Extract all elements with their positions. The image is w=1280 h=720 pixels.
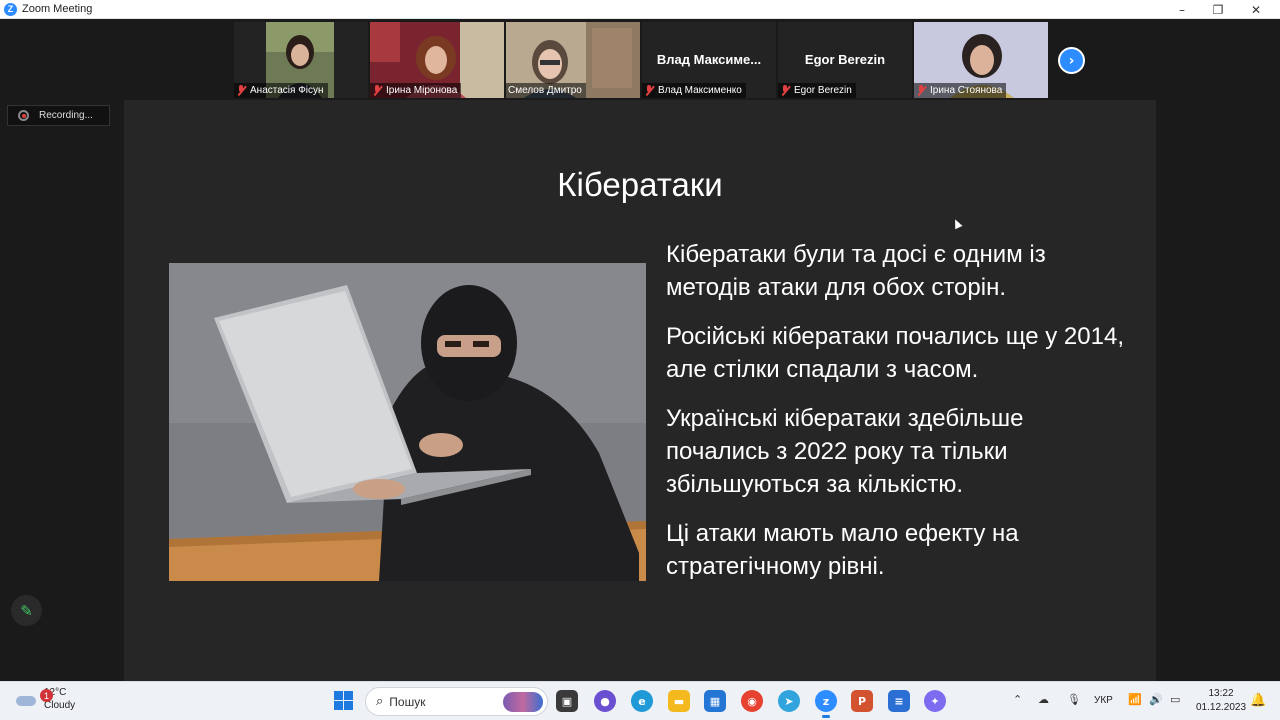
next-page-button[interactable]: ›: [1058, 47, 1085, 74]
powerpoint-icon[interactable]: P: [851, 690, 873, 712]
notepad-icon[interactable]: ≡: [888, 690, 910, 712]
weather-widget[interactable]: 1 12°C Cloudy: [14, 686, 75, 712]
muted-mic-icon: [916, 85, 926, 96]
participant-display-name: Влад Максиме...: [656, 52, 762, 67]
copilot-icon[interactable]: ✦: [924, 690, 946, 712]
wifi-icon[interactable]: 📶: [1128, 693, 1142, 706]
annotate-button[interactable]: ✎: [11, 595, 42, 626]
windows-logo-icon: [334, 691, 343, 700]
participant-name-bar: Анастасія Фісун: [234, 83, 328, 98]
edge-icon[interactable]: e: [631, 690, 653, 712]
participant-name: Ірина Міронова: [386, 85, 458, 96]
task-view-icon[interactable]: ▣: [556, 690, 578, 712]
participant-name-bar: Влад Максименко: [642, 83, 746, 98]
slide-bullet: Ці атаки мають мало ефекту на стратегічн…: [666, 520, 1019, 580]
participant-name-bar: Ірина Стоянова: [914, 83, 1007, 98]
recording-indicator[interactable]: Recording...: [7, 105, 110, 126]
chat-icon[interactable]: ●: [594, 690, 616, 712]
telegram-icon[interactable]: ➤: [778, 690, 800, 712]
start-button[interactable]: [334, 691, 353, 710]
slide-bullet: Російські кібератаки почались ще у 2014,…: [666, 323, 1124, 383]
muted-mic-icon: [372, 85, 382, 96]
zoom-logo-icon: Z: [4, 2, 17, 16]
shared-screen: Кібератаки Кібератаки були та досі є одн…: [124, 100, 1156, 681]
participant-tile[interactable]: Анастасія Фісун: [234, 22, 368, 98]
slide-bullet: Українські кібератаки здебільше почались…: [666, 405, 1024, 498]
store-icon[interactable]: ▦: [704, 690, 726, 712]
cloud-icon: [14, 692, 36, 706]
clock-date: 01.12.2023: [1196, 702, 1247, 713]
search-highlight-icon: [503, 692, 543, 712]
microphone-icon[interactable]: 🎙: [1067, 693, 1081, 706]
taskbar: 1 12°C Cloudy ⌕ Пошук ▣ ● e ▬ ▦ ◉ ➤ z P …: [0, 681, 1280, 720]
meeting-area: Анастасія Фісун Ірина Міронова Смелов Дм…: [0, 19, 1280, 681]
chevron-right-icon: ›: [1068, 52, 1075, 69]
participant-tile[interactable]: Ірина Стоянова: [914, 22, 1048, 98]
file-explorer-icon[interactable]: ▬: [668, 690, 690, 712]
participant-tile[interactable]: Влад Максиме... Влад Максименко: [642, 22, 776, 98]
search-placeholder: Пошук: [389, 694, 426, 709]
hacker-laptop-photo: [169, 263, 646, 581]
recording-label: Recording...: [39, 110, 93, 121]
muted-mic-icon: [780, 85, 790, 96]
participant-display-name: Egor Berezin: [804, 52, 886, 67]
clock-time: 13:22: [1208, 688, 1234, 699]
cloud-sync-icon[interactable]: ☁: [1038, 693, 1049, 706]
battery-icon[interactable]: ▭: [1170, 693, 1180, 706]
close-button[interactable]: ✕: [1238, 0, 1274, 19]
zoom-app-icon[interactable]: z: [815, 690, 837, 718]
slide-bullets: Кібератаки були та досі є одним із метод…: [666, 238, 1126, 599]
chrome-icon[interactable]: ◉: [741, 690, 763, 712]
pencil-icon: ✎: [20, 601, 33, 620]
participant-name: Влад Максименко: [658, 85, 742, 96]
participant-name: Анастасія Фісун: [250, 85, 324, 96]
participant-name-bar: Смелов Дмитро: [506, 83, 586, 98]
participant-name-bar: Egor Berezin: [778, 83, 856, 98]
participant-strip: Анастасія Фісун Ірина Міронова Смелов Дм…: [234, 22, 1048, 98]
participant-tile-active-speaker[interactable]: Смелов Дмитро: [506, 22, 640, 98]
notification-badge: 1: [40, 689, 53, 702]
participant-name: Ірина Стоянова: [930, 85, 1003, 96]
participant-name-bar: Ірина Міронова: [370, 83, 462, 98]
windows-logo-icon: [344, 691, 353, 700]
volume-icon[interactable]: 🔊: [1149, 693, 1163, 706]
record-icon: [18, 110, 29, 121]
slide-title: Кібератаки: [557, 166, 723, 203]
title-bar: Z Zoom Meeting – ❐ ✕: [0, 0, 1280, 19]
maximize-button[interactable]: ❐: [1200, 0, 1236, 19]
participant-name: Egor Berezin: [794, 85, 852, 96]
minimize-button[interactable]: –: [1164, 0, 1200, 19]
taskbar-search[interactable]: ⌕ Пошук: [365, 687, 548, 716]
participant-tile[interactable]: Ірина Міронова: [370, 22, 504, 98]
muted-mic-icon: [236, 85, 246, 96]
slide-bullet: Кібератаки були та досі є одним із метод…: [666, 241, 1046, 301]
chevron-up-icon[interactable]: ⌃: [1013, 693, 1022, 706]
clock[interactable]: 13:22 01.12.2023: [1196, 687, 1246, 715]
notification-bell-icon[interactable]: 🔔: [1250, 693, 1266, 708]
participant-tile[interactable]: Egor Berezin Egor Berezin: [778, 22, 912, 98]
muted-mic-icon: [644, 85, 654, 96]
window-title: Zoom Meeting: [22, 3, 93, 15]
search-icon: ⌕: [376, 694, 384, 709]
language-indicator[interactable]: УКР: [1094, 695, 1113, 706]
windows-logo-icon: [344, 701, 353, 710]
windows-logo-icon: [334, 701, 343, 710]
participant-name: Смелов Дмитро: [508, 85, 582, 96]
